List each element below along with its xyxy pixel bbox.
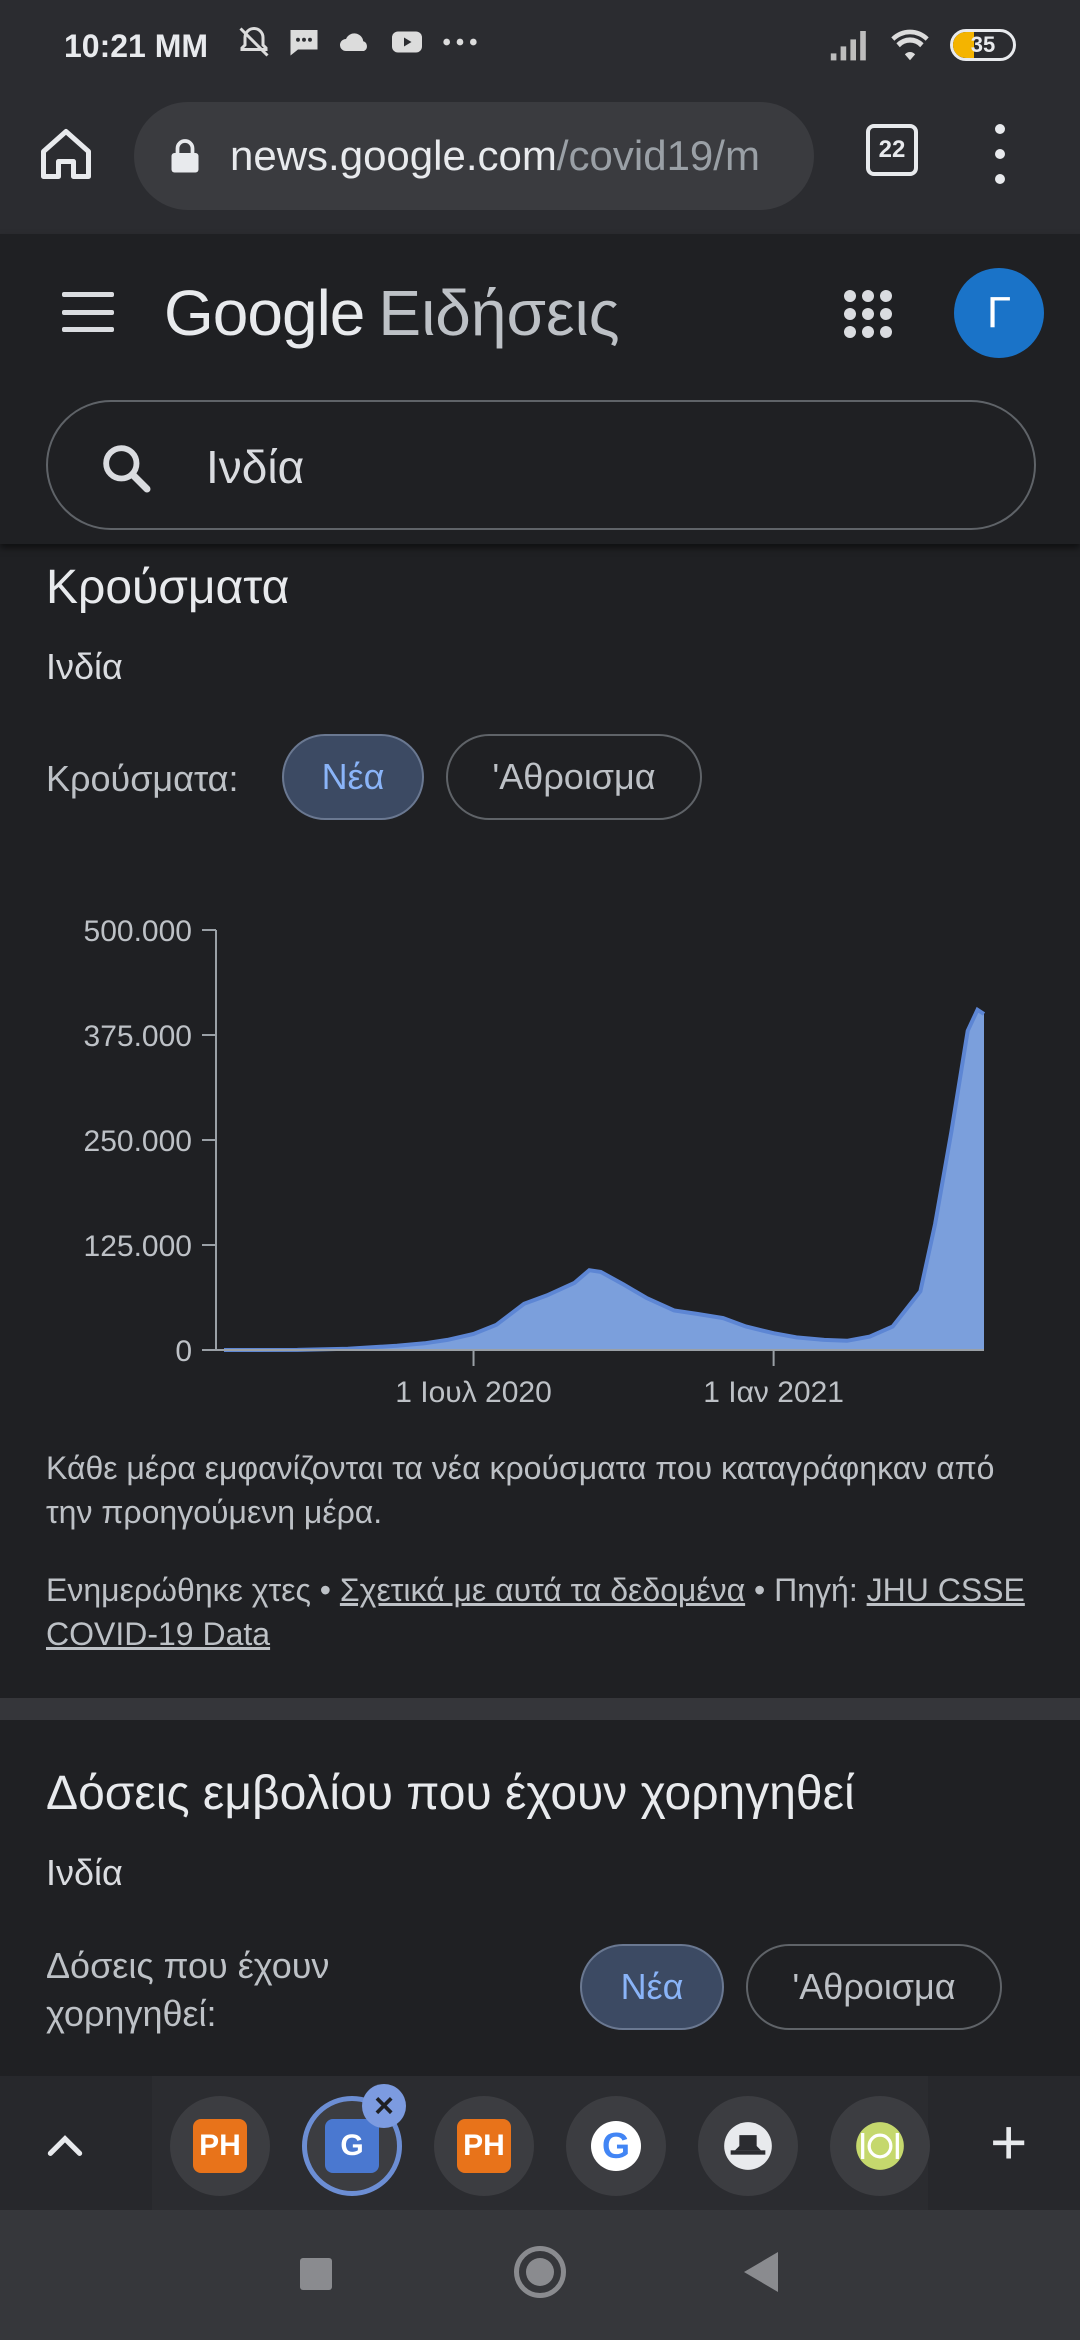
ph-icon: PH — [193, 2119, 247, 2173]
tab-strip-list: PH G PH G × — [152, 2076, 930, 2210]
dish-icon — [856, 2122, 904, 2170]
browser-toolbar: news.google.com/covid19/m 22 — [0, 96, 1080, 234]
tab-favicon-ph-2[interactable]: PH — [434, 2096, 534, 2196]
logo-google-text: Google — [164, 277, 365, 349]
tab-favicon-ph-1[interactable]: PH — [170, 2096, 270, 2196]
chevron-up-icon[interactable] — [40, 2120, 90, 2170]
cases-title: Κρούσματα — [46, 561, 290, 614]
updated-text: Ενημερώθηκε χτες — [46, 1572, 311, 1608]
source-label: • Πηγή: — [745, 1572, 867, 1608]
url-path: /covid19/m — [556, 132, 760, 179]
hat-icon — [724, 2122, 772, 2170]
logo-news-text: Ειδήσεις — [378, 277, 620, 349]
more-icon — [443, 38, 477, 46]
url-domain: news.google.com — [230, 132, 557, 179]
cases-new-chip[interactable]: Νέα — [282, 734, 424, 820]
y-tick-label: 125.000 — [84, 1230, 192, 1263]
tab-favicon-hat[interactable] — [698, 2096, 798, 2196]
vaccines-title: Δόσεις εμβολίου που έχουν χορηγηθεί — [46, 1767, 855, 1820]
wifi-icon — [891, 29, 929, 61]
tab-switcher-button[interactable]: 22 — [866, 124, 918, 176]
vaccines-toggle-label-line1: Δόσεις που έχουν — [46, 1945, 330, 1986]
google-news-logo[interactable]: Google Ειδήσεις — [164, 276, 620, 350]
y-tick-label: 250.000 — [84, 1125, 192, 1158]
about-data-link[interactable]: Σχετικά με αυτά τα δεδομένα — [340, 1572, 745, 1608]
search-input[interactable]: Ινδία — [206, 440, 304, 494]
mute-icon — [239, 26, 269, 57]
vaccines-toggle-label: Δόσεις που έχουν χορηγηθεί: — [46, 1942, 329, 2038]
google-apps-icon[interactable] — [844, 290, 892, 338]
vaccines-region: Ινδία — [46, 1852, 123, 1893]
cases-total-chip[interactable]: 'Αθροισμα — [446, 734, 702, 820]
cases-region: Ινδία — [46, 646, 123, 687]
google-news-icon: G — [325, 2119, 379, 2173]
close-tab-icon[interactable]: × — [362, 2084, 406, 2128]
status-time: 10:21 MM — [64, 28, 209, 64]
y-tick-label: 0 — [175, 1335, 192, 1368]
recents-button[interactable] — [300, 2258, 332, 2290]
google-icon: G — [591, 2121, 641, 2171]
section-divider — [0, 1698, 1080, 1720]
account-avatar[interactable]: Γ — [954, 268, 1044, 358]
status-notification-icons — [236, 24, 480, 60]
signal-icon — [830, 31, 866, 61]
cases-source-line: Ενημερώθηκε χτες • Σχετικά με αυτά τα δε… — [46, 1568, 1056, 1656]
search-icon[interactable] — [98, 440, 154, 496]
message-icon — [290, 30, 318, 56]
series-area — [224, 1009, 984, 1350]
cloud-icon — [340, 33, 367, 51]
cases-chart: 0 125.000 250.000 375.000 500.000 1 Ιουλ 2020… — [84, 915, 986, 1409]
cases-caption: Κάθε μέρα εμφανίζονται τα νέα κρούσματα … — [46, 1450, 995, 1530]
x-tick-label: 1 Ιουλ 2020 — [395, 1376, 552, 1409]
youtube-icon — [392, 31, 422, 53]
separator: • — [310, 1572, 340, 1608]
cases-toggle-label: Κρούσματα: — [46, 758, 239, 799]
ph-icon: PH — [457, 2119, 511, 2173]
url-text[interactable]: news.google.com/covid19/m — [230, 132, 790, 180]
tab-favicon-google[interactable]: G — [566, 2096, 666, 2196]
battery-icon: 35 — [950, 29, 1016, 61]
status-bar: 10:21 MM 35 — [0, 0, 1080, 96]
vaccines-toggle-label-line2: χορηγηθεί: — [46, 1993, 217, 2034]
new-tab-button[interactable]: + — [990, 2110, 1027, 2174]
y-tick-label: 500.000 — [84, 915, 192, 948]
hamburger-menu-icon[interactable] — [62, 292, 114, 332]
app-header: Google Ειδήσεις Γ Ινδία — [0, 234, 1080, 544]
battery-level: 35 — [970, 32, 996, 57]
system-nav-bar — [0, 2210, 1080, 2340]
x-tick-label: 1 Ιαν 2021 — [703, 1376, 844, 1409]
vaccines-new-chip[interactable]: Νέα — [580, 1944, 724, 2030]
home-button[interactable] — [514, 2246, 566, 2298]
lock-icon — [171, 139, 199, 173]
browser-menu-icon[interactable] — [994, 124, 1006, 184]
home-icon[interactable] — [36, 124, 96, 184]
vaccines-total-chip[interactable]: 'Αθροισμα — [746, 1944, 1002, 2030]
tab-favicon-dish[interactable] — [830, 2096, 930, 2196]
bottom-tab-strip: PH G PH G × + — [0, 2076, 1080, 2210]
search-box[interactable]: Ινδία — [46, 400, 1036, 530]
back-button[interactable] — [744, 2252, 778, 2292]
y-tick-label: 375.000 — [84, 1020, 192, 1053]
status-system-icons: 35 — [828, 28, 1016, 62]
url-bar[interactable]: news.google.com/covid19/m — [134, 102, 814, 210]
